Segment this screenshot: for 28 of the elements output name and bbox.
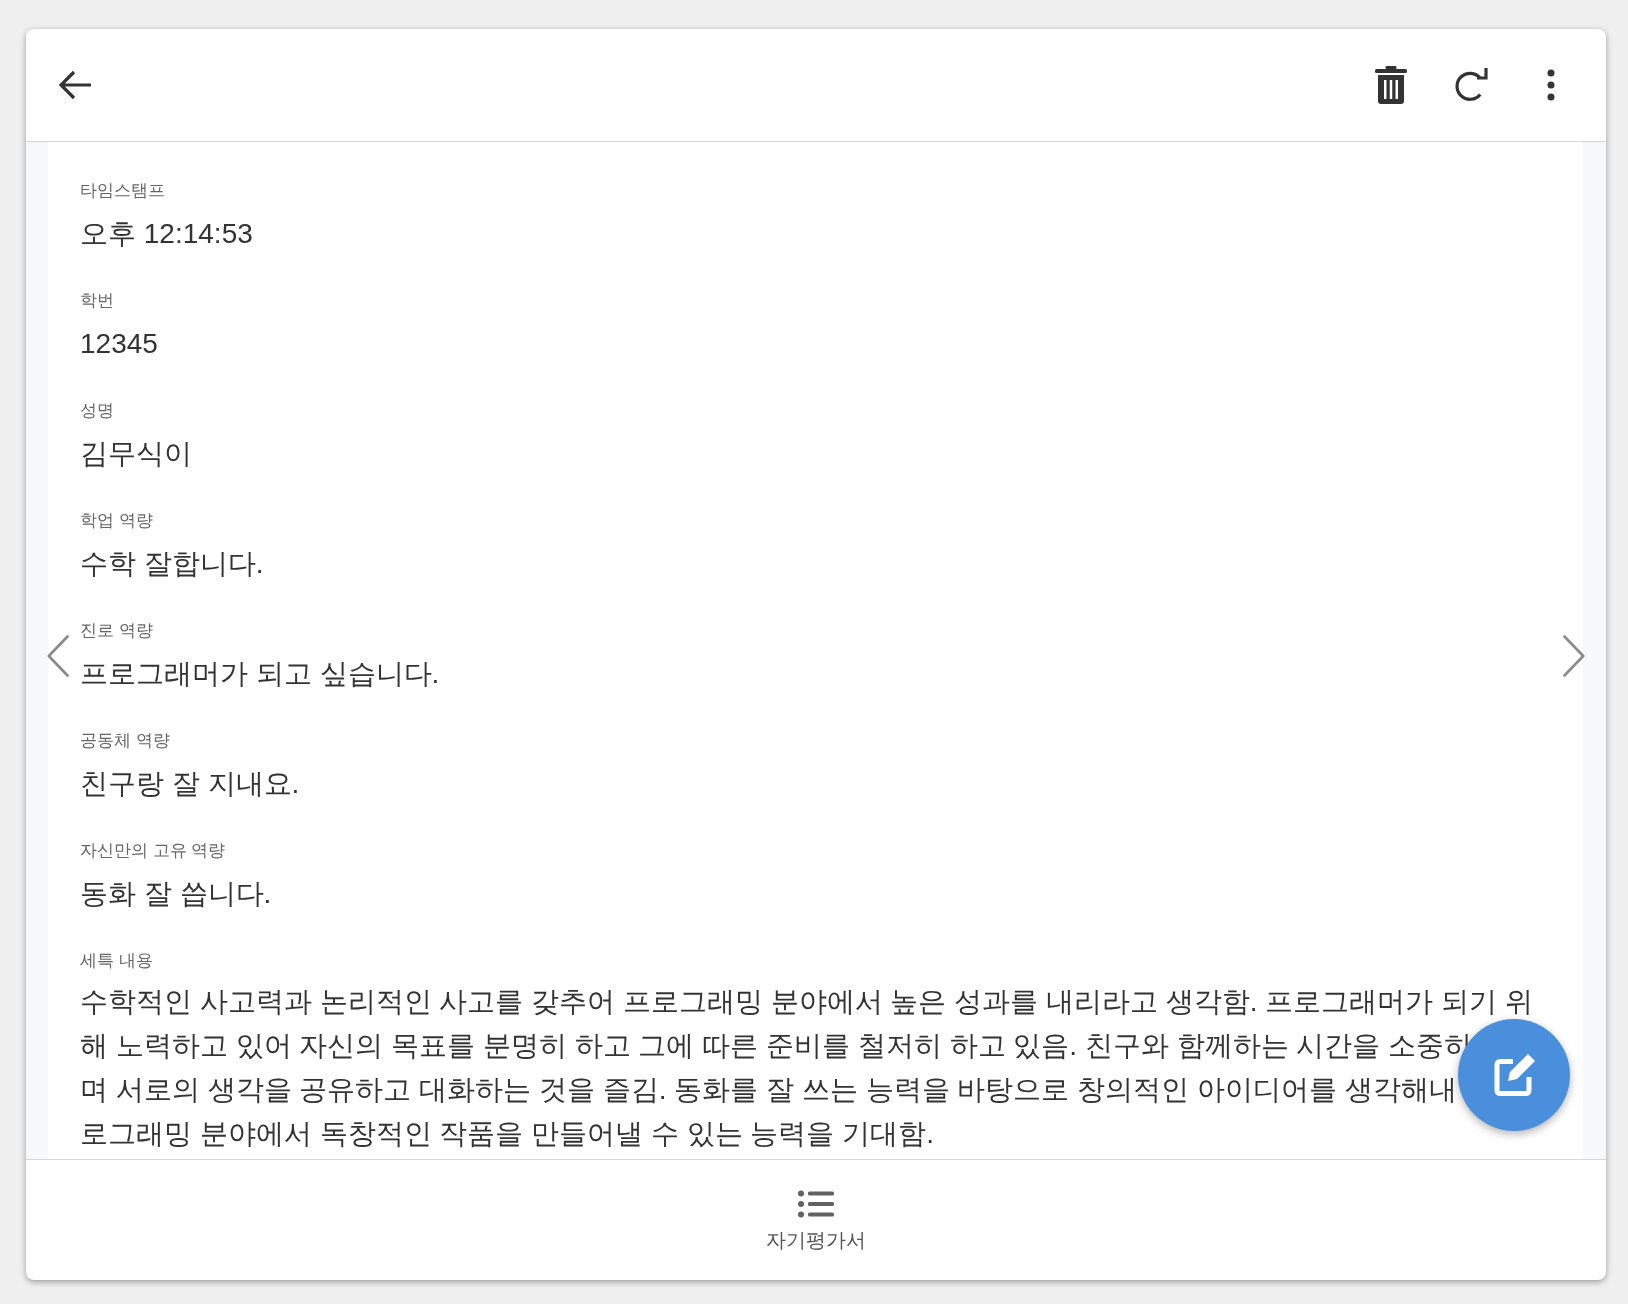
field-label: 진로 역량	[80, 620, 153, 642]
trash-icon	[1375, 66, 1407, 104]
field-label: 성명	[80, 400, 114, 422]
field-label: 타임스탬프	[80, 180, 165, 202]
field-value: 프로그래머가 되고 싶습니다.	[80, 657, 440, 691]
back-arrow-icon	[58, 70, 92, 100]
field-value: 12345	[80, 327, 158, 361]
paragraph-line: 며 서로의 생각을 공유하고 대화하는 것을 즐김. 동화를 잘 쓰는 능력을 바탕으로 창의적인 아이디어를 생각해내	[80, 1073, 1457, 1107]
chevron-right-icon	[1563, 635, 1585, 677]
field-label: 세특 내용	[80, 950, 153, 972]
paragraph-line: 로그래밍 분야에서 독창적인 작품을 만들어낼 수 있는 능력을 기대함.	[80, 1117, 934, 1151]
field-label: 학번	[80, 290, 114, 312]
chevron-left-icon	[47, 635, 69, 677]
field-value: 친구랑 잘 지내요.	[80, 767, 300, 801]
refresh-icon	[1452, 66, 1490, 104]
list-icon	[798, 1190, 834, 1218]
field-value: 수학 잘합니다.	[80, 547, 264, 581]
field-label: 학업 역량	[80, 510, 153, 532]
next-button[interactable]	[1563, 635, 1585, 677]
previous-button[interactable]	[47, 635, 69, 677]
field-label: 공동체 역량	[80, 730, 170, 752]
field-value: 김무식이	[80, 437, 192, 471]
paragraph-line: 수학적인 사고력과 논리적인 사고를 갖추어 프로그래밍 분야에서 높은 성과를 내리라고 생각함. 프로그래머가 되기 위	[80, 985, 1533, 1019]
nav-tab[interactable]: 자기평가서	[752, 1182, 880, 1259]
field-label: 자신만의 고유 역량	[80, 840, 226, 862]
more-vertical-icon	[1547, 69, 1555, 101]
field-value: 동화 잘 씁니다.	[80, 877, 272, 911]
field-value: 오후 12:14:53	[80, 217, 253, 251]
